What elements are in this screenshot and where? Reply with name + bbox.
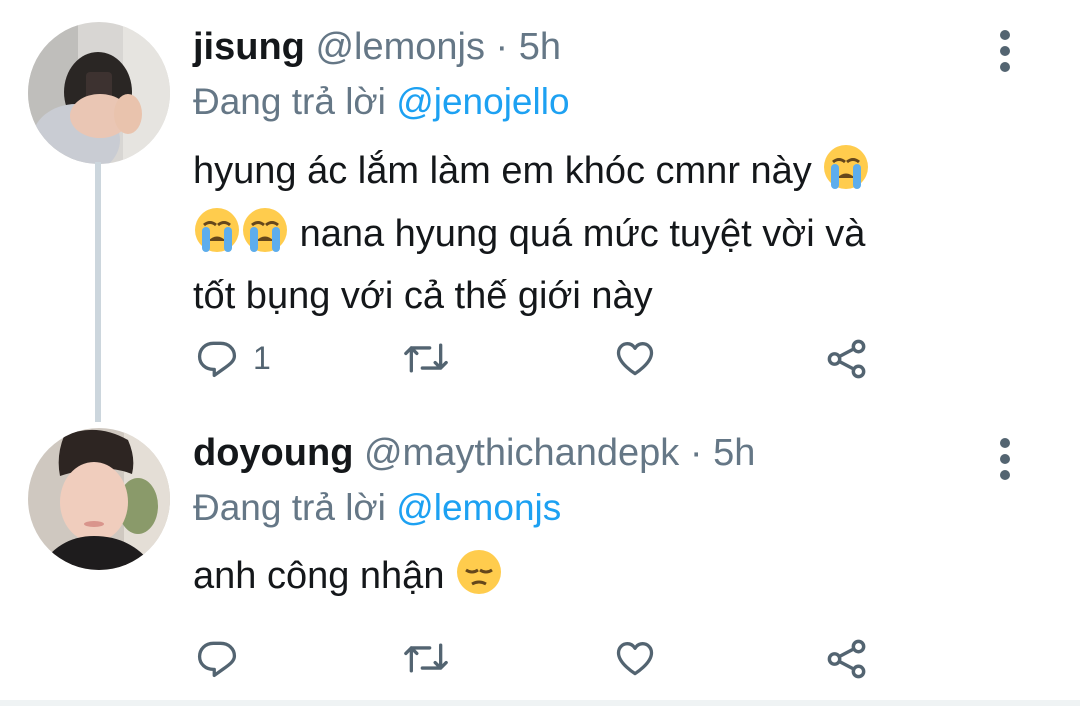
- reply-count: 1: [253, 339, 271, 376]
- separator: ·: [689, 432, 703, 474]
- tweet-text: hyung ác lắm làm em khóc cmnr này nana h…: [193, 143, 993, 323]
- divider: [0, 700, 1080, 706]
- separator: ·: [495, 26, 509, 68]
- reply-button[interactable]: 1: [195, 336, 271, 380]
- user-handle[interactable]: @maythichandepk: [364, 432, 679, 474]
- pensive-face-icon: [455, 548, 503, 611]
- retweet-icon: [404, 343, 448, 373]
- loudly-crying-face-icon: [822, 143, 870, 206]
- avatar[interactable]: [28, 428, 170, 570]
- like-icon: [616, 342, 654, 376]
- replying-prefix: Đang trả lời: [193, 81, 386, 122]
- tweet-item[interactable]: jisung @lemonjs · 5h Đang trả lời @jenoj…: [0, 0, 1080, 422]
- tweet-text-line: tốt bụng với cả thế giới này: [193, 275, 653, 317]
- like-icon: [616, 642, 654, 676]
- loudly-crying-face-icon: [241, 206, 289, 269]
- tweet-item[interactable]: doyoung @maythichandepk · 5h Đang trả lờ…: [0, 420, 1080, 700]
- retweet-icon: [404, 643, 448, 673]
- replying-to: Đang trả lời @jenojello: [193, 80, 570, 124]
- tweet-text-line: nana hyung quá mức tuyệt vời và: [193, 206, 993, 269]
- share-icon: [827, 339, 866, 379]
- display-name[interactable]: doyoung: [193, 432, 353, 474]
- replying-to: Đang trả lời @lemonjs: [193, 486, 561, 530]
- retweet-button[interactable]: [402, 336, 450, 380]
- tweet-text: anh công nhận: [193, 548, 993, 611]
- replying-mention-link[interactable]: @lemonjs: [396, 487, 561, 528]
- timestamp[interactable]: 5h: [519, 26, 561, 68]
- user-handle[interactable]: @lemonjs: [315, 26, 485, 68]
- tweet-text-line: hyung ác lắm làm em khóc cmnr này: [193, 143, 993, 206]
- reply-icon: [197, 341, 237, 378]
- retweet-button[interactable]: [402, 636, 450, 680]
- tweet-header: jisung @lemonjs · 5h: [193, 24, 561, 70]
- replying-mention-link[interactable]: @jenojello: [396, 81, 569, 122]
- timestamp[interactable]: 5h: [713, 432, 755, 474]
- share-button[interactable]: [824, 636, 870, 682]
- more-options-icon[interactable]: [992, 24, 1018, 74]
- loudly-crying-face-icon: [193, 206, 241, 269]
- reply-button[interactable]: [195, 636, 239, 680]
- display-name[interactable]: jisung: [193, 26, 305, 68]
- more-options-icon[interactable]: [992, 432, 1018, 482]
- like-button[interactable]: [612, 336, 658, 380]
- tweet-header: doyoung @maythichandepk · 5h: [193, 430, 755, 476]
- reply-icon: [197, 641, 237, 678]
- share-button[interactable]: [824, 336, 870, 382]
- avatar[interactable]: [28, 22, 170, 164]
- share-icon: [827, 639, 866, 679]
- replying-prefix: Đang trả lời: [193, 487, 386, 528]
- thread-line: [95, 162, 101, 422]
- like-button[interactable]: [612, 636, 658, 680]
